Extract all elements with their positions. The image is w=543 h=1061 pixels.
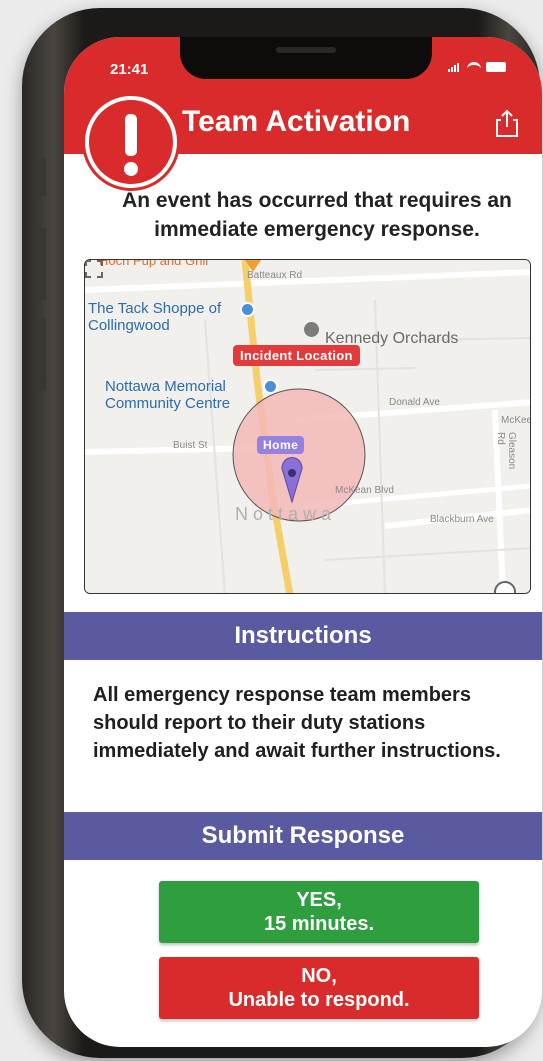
status-icons [448,62,506,72]
signal-icon [448,62,462,72]
notch [180,37,432,79]
no-line1: NO, [301,965,337,987]
street-donald: Donald Ave [389,397,440,408]
yes-line2: 15 minutes. [263,913,375,935]
phone-screen: 21:41 Team Activation An event has occur… [64,37,542,1047]
volume-down-button [38,318,46,390]
page-title: Team Activation [182,105,411,138]
exclamation-bar [125,114,137,156]
map-place-nottawa-memorial: Nottawa Memorial Community Centre [105,378,231,412]
street-batteaux: Batteaux Rd [247,270,303,281]
street-gleason: Gleason Rd [495,432,517,470]
map-place-tack-shoppe: The Tack Shoppe of Collingwood [88,300,222,334]
status-time: 21:41 [110,61,149,78]
fullscreen-icon[interactable] [85,260,103,278]
exclamation-icon [85,96,177,188]
street-blackburn: Blackburn Ave [430,514,494,525]
intro-message: An event has occurred that requires an i… [122,189,512,241]
yes-button[interactable]: YES, 15 minutes. [159,881,479,943]
no-line2: Unable to respond. [228,989,410,1011]
wifi-icon [467,62,481,72]
mute-switch [38,158,46,196]
community-centre-icon [263,379,278,394]
yes-line1: YES, [296,889,342,911]
speaker [276,47,336,53]
volume-up-button [38,228,46,300]
street-buist: Buist St [173,440,208,451]
exclamation-dot [124,162,138,176]
instructions-header: Instructions [64,612,542,660]
map-town-label: Nottawa [235,504,337,524]
battery-icon [486,62,506,72]
share-icon[interactable] [494,108,520,138]
phone-frame: 21:41 Team Activation An event has occur… [22,8,542,1058]
no-button[interactable]: NO, Unable to respond. [159,957,479,1019]
incident-location-label[interactable]: Incident Location [233,345,360,366]
home-label[interactable]: Home [257,436,305,454]
street-mckee: McKee [501,415,531,426]
shop-icon [240,302,255,317]
map-place-cropped: Hoch Pup and Grill [99,259,209,268]
place-icon [304,322,319,337]
instructions-body: All emergency response team members shou… [93,684,501,762]
incident-map[interactable]: Hoch Pup and Grill The Tack Shoppe of Co… [84,259,531,594]
street-mckean: McKean Blvd [335,485,394,496]
submit-response-header: Submit Response [64,812,542,860]
